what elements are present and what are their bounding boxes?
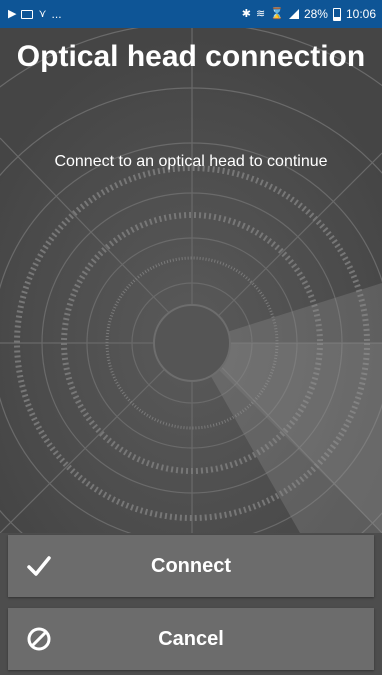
alarm-icon: ⌛ [270, 7, 284, 20]
radar-background [0, 28, 382, 533]
checkmark-icon [27, 556, 51, 576]
connect-button-label: Connect [151, 554, 231, 577]
cancel-button[interactable]: Cancel [8, 608, 374, 670]
bluetooth-icon: ✱ [241, 7, 252, 20]
battery-icon [332, 7, 341, 21]
wifi-alert-icon: ⋎ [38, 7, 47, 20]
status-bar-right: ✱ ≋ ⌛ 28% 10:06 [242, 7, 376, 21]
status-bar: ▶ ⋎ ... ✱ ≋ ⌛ 28% 10:06 [0, 0, 382, 28]
app-screen: ▶ ⋎ ... ✱ ≋ ⌛ 28% 10:06 Optical head con… [0, 0, 382, 675]
signal-icon [288, 9, 299, 19]
play-icon: ▶ [8, 7, 17, 20]
page-title: Optical head connection [16, 40, 366, 73]
vibrate-icon: ≋ [256, 7, 266, 20]
status-bar-left: ▶ ⋎ ... [8, 7, 62, 21]
cancel-button-label: Cancel [158, 627, 224, 650]
status-more: ... [51, 7, 62, 21]
battery-level: 28% [303, 7, 328, 21]
image-icon [21, 9, 34, 19]
cancel-icon [27, 627, 51, 651]
connect-button[interactable]: Connect [8, 535, 374, 597]
action-panel: Connect Cancel [0, 533, 382, 675]
page-subtitle: Connect to an optical head to continue [54, 153, 328, 170]
clock: 10:06 [345, 7, 376, 21]
